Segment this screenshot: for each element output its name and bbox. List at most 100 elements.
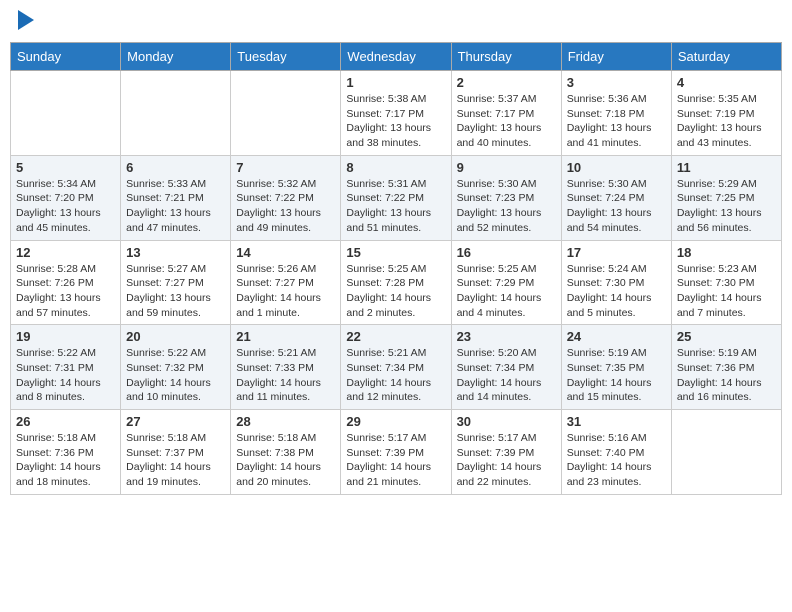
cell-day-number: 20	[126, 329, 225, 344]
cell-day-info: Sunrise: 5:24 AM Sunset: 7:30 PM Dayligh…	[567, 262, 666, 321]
logo	[15, 10, 34, 34]
cell-day-number: 25	[677, 329, 776, 344]
calendar-cell: 10Sunrise: 5:30 AM Sunset: 7:24 PM Dayli…	[561, 155, 671, 240]
calendar-table: SundayMondayTuesdayWednesdayThursdayFrid…	[10, 42, 782, 495]
calendar-cell: 17 Sunrise: 5:24 AM Sunset: 7:30 PM Dayli…	[561, 240, 671, 325]
calendar-cell: 22 Sunrise: 5:21 AM Sunset: 7:34 PM Dayli…	[341, 325, 451, 410]
day-of-week-header: Wednesday	[341, 43, 451, 71]
cell-day-info: Sunrise: 5:38 AM Sunset: 7:17 PM Dayligh…	[346, 92, 445, 151]
calendar-cell: 11 Sunrise: 5:29 AM Sunset: 7:25 PM Dayli…	[671, 155, 781, 240]
calendar-cell	[121, 71, 231, 156]
calendar-cell: 21Sunrise: 5:21 AM Sunset: 7:33 PM Dayli…	[231, 325, 341, 410]
logo-arrow-icon	[18, 10, 34, 30]
cell-day-number: 26	[16, 414, 115, 429]
calendar-cell: 29Sunrise: 5:17 AM Sunset: 7:39 PM Dayli…	[341, 410, 451, 495]
cell-day-info: Sunrise: 5:28 AM Sunset: 7:26 PM Dayligh…	[16, 262, 115, 321]
calendar-cell: 5 Sunrise: 5:34 AM Sunset: 7:20 PM Daylig…	[11, 155, 121, 240]
calendar-cell: 6 Sunrise: 5:33 AM Sunset: 7:21 PM Daylig…	[121, 155, 231, 240]
calendar-cell: 12 Sunrise: 5:28 AM Sunset: 7:26 PM Dayli…	[11, 240, 121, 325]
cell-day-number: 10	[567, 160, 666, 175]
calendar-cell: 9 Sunrise: 5:30 AM Sunset: 7:23 PM Daylig…	[451, 155, 561, 240]
cell-day-number: 9	[457, 160, 556, 175]
cell-day-number: 24	[567, 329, 666, 344]
cell-day-info: Sunrise: 5:18 AM Sunset: 7:38 PM Dayligh…	[236, 431, 335, 490]
cell-day-number: 5	[16, 160, 115, 175]
calendar-cell: 1 Sunrise: 5:38 AM Sunset: 7:17 PM Daylig…	[341, 71, 451, 156]
day-of-week-header: Friday	[561, 43, 671, 71]
cell-day-info: Sunrise: 5:27 AM Sunset: 7:27 PM Dayligh…	[126, 262, 225, 321]
cell-day-info: Sunrise: 5:36 AM Sunset: 7:18 PM Dayligh…	[567, 92, 666, 151]
cell-day-number: 1	[346, 75, 445, 90]
cell-day-info: Sunrise: 5:18 AM Sunset: 7:36 PM Dayligh…	[16, 431, 115, 490]
page-header	[10, 10, 782, 34]
cell-day-info: Sunrise: 5:23 AM Sunset: 7:30 PM Dayligh…	[677, 262, 776, 321]
cell-day-info: Sunrise: 5:34 AM Sunset: 7:20 PM Dayligh…	[16, 177, 115, 236]
calendar-cell: 24Sunrise: 5:19 AM Sunset: 7:35 PM Dayli…	[561, 325, 671, 410]
calendar-cell: 30 Sunrise: 5:17 AM Sunset: 7:39 PM Dayli…	[451, 410, 561, 495]
cell-day-info: Sunrise: 5:22 AM Sunset: 7:32 PM Dayligh…	[126, 346, 225, 405]
calendar-cell	[11, 71, 121, 156]
calendar-cell: 26 Sunrise: 5:18 AM Sunset: 7:36 PM Dayli…	[11, 410, 121, 495]
cell-day-number: 22	[346, 329, 445, 344]
cell-day-info: Sunrise: 5:17 AM Sunset: 7:39 PM Dayligh…	[346, 431, 445, 490]
cell-day-info: Sunrise: 5:31 AM Sunset: 7:22 PM Dayligh…	[346, 177, 445, 236]
day-of-week-header: Thursday	[451, 43, 561, 71]
cell-day-number: 17	[567, 245, 666, 260]
cell-day-number: 23	[457, 329, 556, 344]
cell-day-info: Sunrise: 5:25 AM Sunset: 7:29 PM Dayligh…	[457, 262, 556, 321]
calendar-cell: 8 Sunrise: 5:31 AM Sunset: 7:22 PM Daylig…	[341, 155, 451, 240]
calendar-cell: 15 Sunrise: 5:25 AM Sunset: 7:28 PM Dayli…	[341, 240, 451, 325]
cell-day-number: 30	[457, 414, 556, 429]
calendar-header-row: SundayMondayTuesdayWednesdayThursdayFrid…	[11, 43, 782, 71]
cell-day-number: 31	[567, 414, 666, 429]
calendar-cell: 20 Sunrise: 5:22 AM Sunset: 7:32 PM Dayli…	[121, 325, 231, 410]
cell-day-info: Sunrise: 5:30 AM Sunset: 7:23 PM Dayligh…	[457, 177, 556, 236]
cell-day-number: 7	[236, 160, 335, 175]
calendar-cell: 2 Sunrise: 5:37 AM Sunset: 7:17 PM Daylig…	[451, 71, 561, 156]
cell-day-number: 6	[126, 160, 225, 175]
cell-day-info: Sunrise: 5:35 AM Sunset: 7:19 PM Dayligh…	[677, 92, 776, 151]
calendar-cell: 28 Sunrise: 5:18 AM Sunset: 7:38 PM Dayli…	[231, 410, 341, 495]
cell-day-number: 2	[457, 75, 556, 90]
cell-day-number: 13	[126, 245, 225, 260]
cell-day-number: 28	[236, 414, 335, 429]
cell-day-number: 21	[236, 329, 335, 344]
cell-day-info: Sunrise: 5:19 AM Sunset: 7:36 PM Dayligh…	[677, 346, 776, 405]
cell-day-number: 8	[346, 160, 445, 175]
day-of-week-header: Saturday	[671, 43, 781, 71]
calendar-cell: 4Sunrise: 5:35 AM Sunset: 7:19 PM Daylig…	[671, 71, 781, 156]
day-of-week-header: Monday	[121, 43, 231, 71]
calendar-cell: 27Sunrise: 5:18 AM Sunset: 7:37 PM Dayli…	[121, 410, 231, 495]
calendar-cell: 3 Sunrise: 5:36 AM Sunset: 7:18 PM Daylig…	[561, 71, 671, 156]
cell-day-info: Sunrise: 5:37 AM Sunset: 7:17 PM Dayligh…	[457, 92, 556, 151]
cell-day-number: 14	[236, 245, 335, 260]
cell-day-info: Sunrise: 5:17 AM Sunset: 7:39 PM Dayligh…	[457, 431, 556, 490]
calendar-body: 1 Sunrise: 5:38 AM Sunset: 7:17 PM Daylig…	[11, 71, 782, 495]
cell-day-info: Sunrise: 5:29 AM Sunset: 7:25 PM Dayligh…	[677, 177, 776, 236]
cell-day-info: Sunrise: 5:21 AM Sunset: 7:34 PM Dayligh…	[346, 346, 445, 405]
cell-day-info: Sunrise: 5:16 AM Sunset: 7:40 PM Dayligh…	[567, 431, 666, 490]
calendar-week-row: 1 Sunrise: 5:38 AM Sunset: 7:17 PM Daylig…	[11, 71, 782, 156]
calendar-cell: 19 Sunrise: 5:22 AM Sunset: 7:31 PM Dayli…	[11, 325, 121, 410]
cell-day-number: 15	[346, 245, 445, 260]
cell-day-number: 12	[16, 245, 115, 260]
cell-day-number: 18	[677, 245, 776, 260]
day-of-week-header: Sunday	[11, 43, 121, 71]
cell-day-info: Sunrise: 5:20 AM Sunset: 7:34 PM Dayligh…	[457, 346, 556, 405]
cell-day-number: 19	[16, 329, 115, 344]
calendar-week-row: 12 Sunrise: 5:28 AM Sunset: 7:26 PM Dayli…	[11, 240, 782, 325]
calendar-cell: 18 Sunrise: 5:23 AM Sunset: 7:30 PM Dayli…	[671, 240, 781, 325]
cell-day-number: 3	[567, 75, 666, 90]
calendar-cell: 13 Sunrise: 5:27 AM Sunset: 7:27 PM Dayli…	[121, 240, 231, 325]
cell-day-number: 11	[677, 160, 776, 175]
calendar-cell: 23 Sunrise: 5:20 AM Sunset: 7:34 PM Dayli…	[451, 325, 561, 410]
calendar-cell	[231, 71, 341, 156]
calendar-cell: 25 Sunrise: 5:19 AM Sunset: 7:36 PM Dayli…	[671, 325, 781, 410]
cell-day-info: Sunrise: 5:25 AM Sunset: 7:28 PM Dayligh…	[346, 262, 445, 321]
day-of-week-header: Tuesday	[231, 43, 341, 71]
cell-day-info: Sunrise: 5:32 AM Sunset: 7:22 PM Dayligh…	[236, 177, 335, 236]
cell-day-info: Sunrise: 5:22 AM Sunset: 7:31 PM Dayligh…	[16, 346, 115, 405]
cell-day-number: 27	[126, 414, 225, 429]
cell-day-info: Sunrise: 5:33 AM Sunset: 7:21 PM Dayligh…	[126, 177, 225, 236]
calendar-week-row: 19 Sunrise: 5:22 AM Sunset: 7:31 PM Dayli…	[11, 325, 782, 410]
